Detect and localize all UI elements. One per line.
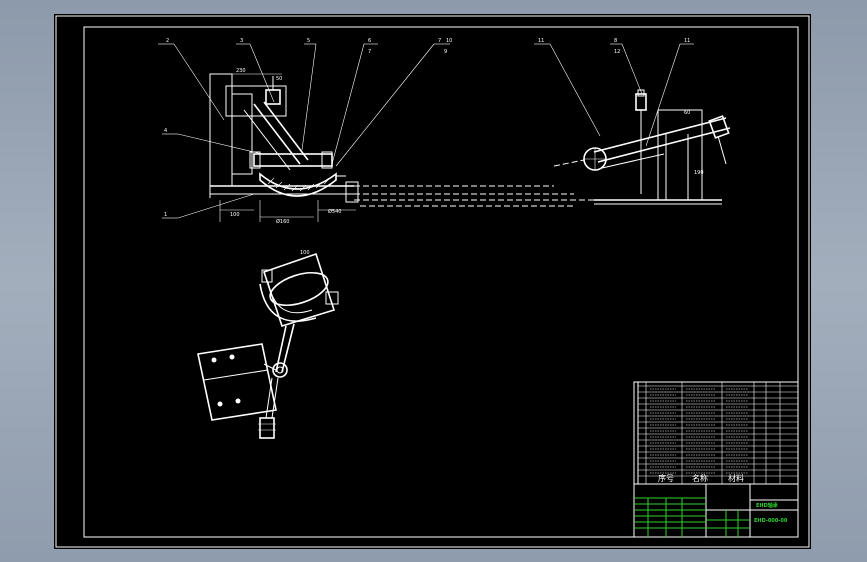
- mount-plate: [197, 343, 277, 421]
- front-dim-100: 100: [230, 212, 240, 218]
- parts-header-seq: 序号: [658, 473, 674, 483]
- side-view: 11 8 11 12 60 190: [534, 38, 731, 205]
- front-sublabel-9: 9: [444, 49, 447, 55]
- front-leader-5: 5: [307, 38, 310, 44]
- title-block-code: EHD-000-00: [754, 518, 788, 524]
- front-dim-230: 230: [236, 68, 246, 74]
- title-block-title: EHD轴承: [756, 502, 778, 509]
- side-dim-60: 60: [684, 110, 690, 116]
- parts-list: 序号 名称 材料: [633, 381, 799, 485]
- drawing-viewport[interactable]: 2 3 5 6 7 10 7 9 4 1 230 50 100 Ø160 Ø54…: [54, 14, 811, 549]
- side-arm-dash: [553, 159, 585, 167]
- front-leader-10: 10: [446, 38, 452, 44]
- side-sublabel-12: 12: [614, 49, 620, 55]
- front-column-inner: [231, 93, 253, 175]
- mount-plate-line: [203, 369, 269, 381]
- parts-header-name: 名称: [692, 473, 708, 483]
- front-disc: [345, 181, 359, 203]
- front-sublabel-7: 7: [368, 49, 371, 55]
- front-leader-lines: [158, 43, 450, 219]
- side-arm-bottom: [597, 127, 731, 163]
- clamp-lower-nut: [259, 417, 275, 439]
- front-leader-7: 7: [438, 38, 441, 44]
- cad-drawing: 2 3 5 6 7 10 7 9 4 1 230 50 100 Ø160 Ø54…: [55, 15, 810, 548]
- front-leader-3: 3: [240, 38, 243, 44]
- front-bolt-head: [265, 89, 281, 105]
- side-leader-8: 8: [614, 38, 617, 44]
- side-leader-11: 11: [538, 38, 544, 44]
- front-dim-d160: Ø160: [276, 218, 289, 225]
- side-column: [657, 109, 703, 201]
- front-column: [209, 73, 233, 187]
- front-leader-6: 6: [368, 38, 371, 44]
- front-leader-1: 1: [164, 212, 167, 218]
- side-dim-190: 190: [694, 170, 704, 176]
- parts-header-material: 材料: [728, 473, 744, 483]
- side-arm-low: [601, 153, 665, 169]
- front-arm-aux: [243, 109, 291, 171]
- front-leader-4: 4: [164, 128, 167, 134]
- bottom-dim-100: 100: [300, 250, 310, 256]
- inner-border: [83, 26, 799, 538]
- clamp-u-outer: [259, 283, 317, 322]
- title-block-grid: [634, 497, 706, 537]
- side-right-rod: [717, 135, 727, 165]
- front-arm-upper: [253, 103, 301, 165]
- bottom-view: 100: [197, 250, 339, 439]
- side-leader-11b: 11: [684, 38, 690, 44]
- parts-list-frame: [633, 381, 799, 485]
- title-block-scale-grid: [706, 510, 750, 537]
- front-leader-2: 2: [166, 38, 169, 44]
- title-block: EHD轴承 EHD-000-00: [633, 483, 799, 538]
- parts-list-rows: [638, 385, 798, 477]
- side-leader-lines: [534, 43, 694, 147]
- front-view: 2 3 5 6 7 10 7 9 4 1 230 50 100 Ø160 Ø54…: [158, 38, 594, 225]
- mount-plate-bolts: [211, 354, 241, 407]
- front-dim-d540: Ø540: [328, 208, 341, 215]
- side-arm-top: [593, 117, 727, 153]
- front-dim-50: 50: [276, 76, 282, 82]
